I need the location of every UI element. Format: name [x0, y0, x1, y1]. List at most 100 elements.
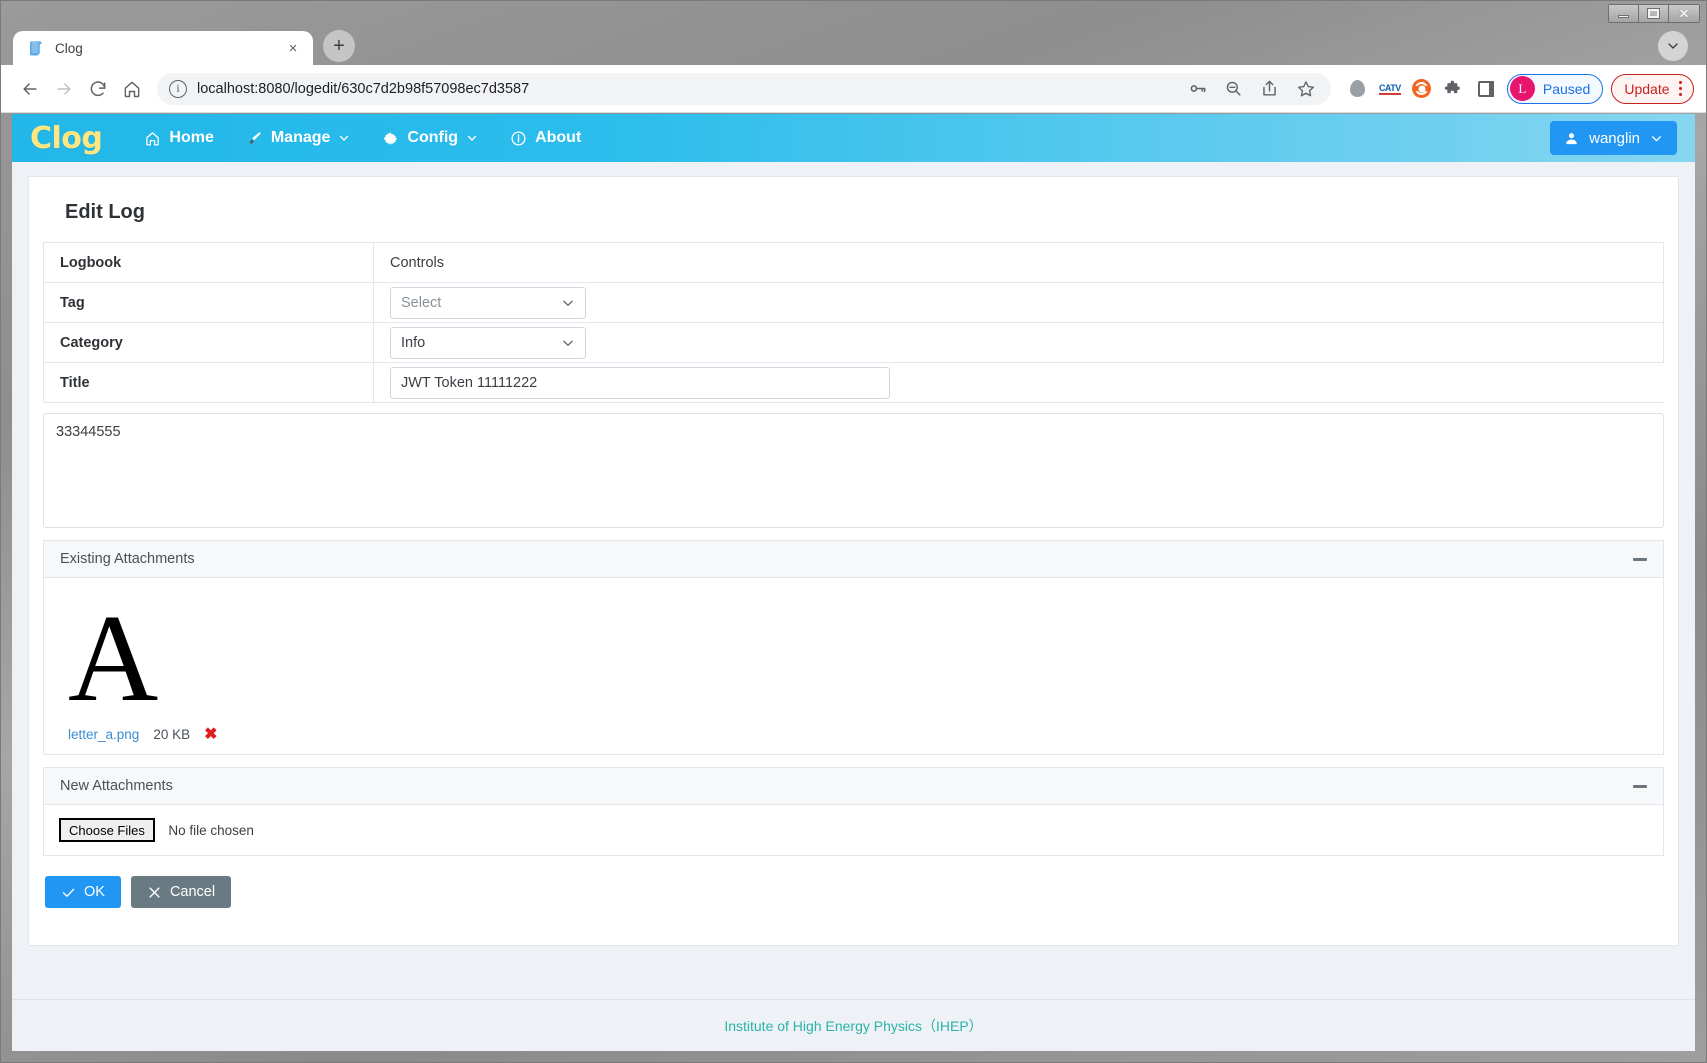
reload-icon[interactable]	[81, 72, 115, 106]
tag-value-cell: Select	[373, 282, 1664, 323]
new-tab-button[interactable]: +	[323, 30, 355, 62]
key-icon[interactable]	[1181, 72, 1215, 106]
choose-files-button[interactable]: Choose Files	[59, 818, 155, 842]
chevron-down-icon	[561, 336, 575, 350]
browser-menu-icon[interactable]	[1676, 80, 1686, 97]
existing-attachments-body: A letter_a.png 20 KB ✖	[43, 578, 1664, 755]
profile-paused-button[interactable]: L Paused	[1506, 73, 1604, 104]
nav-item-about[interactable]: About	[494, 114, 597, 162]
new-attachments-body: Choose Files No file chosen	[43, 805, 1664, 856]
ok-button-label: OK	[84, 884, 105, 900]
cancel-button-label: Cancel	[169, 884, 216, 900]
extension-icons: CATV	[1343, 74, 1501, 104]
nav-item-home[interactable]: Home	[128, 114, 229, 162]
logbook-label: Logbook	[43, 242, 374, 283]
tag-select-placeholder: Select	[401, 294, 442, 311]
chevron-down-icon	[466, 132, 478, 144]
title-input[interactable]: JWT Token 11111222	[390, 366, 890, 399]
back-icon[interactable]	[13, 72, 47, 106]
minus-icon[interactable]	[1633, 557, 1647, 561]
category-value-cell: Info	[373, 322, 1664, 363]
user-menu-button[interactable]: wanglin	[1550, 121, 1677, 155]
nav-item-label: Home	[169, 129, 214, 146]
tag-select[interactable]: Select	[390, 286, 586, 319]
new-attachments-label: New Attachments	[60, 778, 173, 794]
home-icon	[144, 130, 161, 147]
nav-item-label: About	[535, 129, 582, 146]
ok-button[interactable]: OK	[45, 876, 121, 908]
url-text: localhost:8080/logedit/630c7d2b98f57098e…	[197, 80, 530, 97]
close-icon	[147, 885, 162, 900]
attachment-meta-row: letter_a.png 20 KB ✖	[68, 724, 1647, 744]
chevron-down-icon[interactable]	[1658, 31, 1688, 61]
app-navbar: Clog Home Manage Config About wanglin	[12, 114, 1695, 162]
window-titlebar: ✕	[1, 1, 1706, 25]
update-button[interactable]: Update	[1611, 73, 1694, 104]
book-icon	[27, 39, 45, 57]
nav-item-label: Config	[407, 129, 459, 146]
title-value-cell: JWT Token 11111222	[373, 362, 1664, 403]
side-panel-icon[interactable]	[1471, 74, 1501, 104]
avatar: L	[1509, 76, 1535, 101]
bookmark-star-icon[interactable]	[1289, 72, 1323, 106]
info-circle-icon	[510, 130, 527, 147]
close-tab-icon[interactable]: ×	[283, 38, 303, 58]
maximize-button[interactable]	[1639, 5, 1669, 22]
site-info-icon[interactable]: i	[169, 79, 187, 98]
existing-attachments-header[interactable]: Existing Attachments	[43, 540, 1664, 578]
close-window-button[interactable]: ✕	[1669, 5, 1699, 22]
user-name-label: wanglin	[1589, 129, 1640, 147]
chevron-down-icon	[338, 132, 350, 144]
attachment-thumbnail[interactable]: A	[68, 589, 163, 728]
attachment-list: A letter_a.png 20 KB ✖	[44, 578, 1663, 754]
app-brand[interactable]: Clog	[30, 121, 103, 156]
page-viewport: Clog Home Manage Config About wanglin Ed…	[12, 114, 1695, 1051]
gear-icon	[382, 130, 399, 147]
logbook-value: Controls	[373, 242, 1664, 283]
catv-icon[interactable]: CATV	[1375, 74, 1405, 104]
attachment-filename-link[interactable]: letter_a.png	[68, 727, 139, 742]
update-label: Update	[1624, 80, 1670, 97]
thumbnail-letter: A	[68, 589, 159, 728]
file-picker-row: Choose Files No file chosen	[44, 805, 1663, 855]
nav-item-manage[interactable]: Manage	[230, 114, 367, 162]
minus-icon[interactable]	[1633, 784, 1647, 788]
category-label: Category	[43, 322, 374, 363]
page-body: Edit Log Logbook Controls Tag Select Cat…	[12, 162, 1695, 1051]
title-label: Title	[43, 362, 374, 403]
form-actions: OK Cancel	[45, 876, 1664, 908]
chevron-down-icon	[561, 296, 575, 310]
share-icon[interactable]	[1253, 72, 1287, 106]
browser-tab[interactable]: Clog ×	[13, 31, 313, 65]
forward-icon[interactable]	[47, 72, 81, 106]
new-attachments-header[interactable]: New Attachments	[43, 767, 1664, 805]
cancel-button[interactable]: Cancel	[130, 876, 232, 908]
table-row-category: Category Info	[43, 322, 1664, 363]
home-icon[interactable]	[115, 72, 149, 106]
page-footer: Institute of High Energy Physics（IHEP）	[12, 999, 1695, 1051]
window-controls: ✕	[1608, 4, 1700, 23]
category-select[interactable]: Info	[390, 326, 586, 359]
puzzle-piece-icon[interactable]	[1439, 74, 1469, 104]
tab-title: Clog	[55, 40, 83, 56]
edit-log-form-table: Logbook Controls Tag Select Category Inf…	[43, 242, 1664, 403]
footer-text: Institute of High Energy Physics（IHEP）	[724, 1017, 983, 1034]
chevron-down-icon	[1650, 132, 1663, 145]
browser-window: ✕ Clog × + i localhost:8080/logedit/630c…	[0, 0, 1707, 1063]
red-x-icon[interactable]: ✖	[204, 724, 217, 744]
nav-item-config[interactable]: Config	[366, 114, 494, 162]
no-file-chosen-label: No file chosen	[168, 822, 254, 838]
check-icon	[61, 885, 76, 900]
log-body-textarea[interactable]: 33344555	[43, 413, 1664, 528]
address-bar[interactable]: i localhost:8080/logedit/630c7d2b98f5709…	[157, 72, 1331, 106]
orange-circle-icon[interactable]	[1407, 74, 1437, 104]
omnibox-actions	[1181, 72, 1323, 106]
zoom-out-icon[interactable]	[1217, 72, 1251, 106]
table-row-title: Title JWT Token 11111222	[43, 362, 1664, 403]
balloon-icon[interactable]	[1343, 74, 1373, 104]
tag-label: Tag	[43, 282, 374, 323]
user-icon	[1564, 131, 1579, 146]
table-row-logbook: Logbook Controls	[43, 242, 1664, 283]
minimize-button[interactable]	[1609, 5, 1639, 22]
page-title: Edit Log	[65, 201, 145, 223]
